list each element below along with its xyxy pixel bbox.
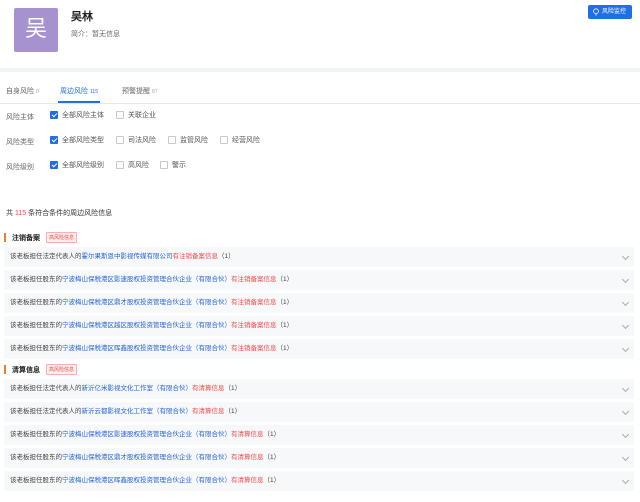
- entity-link[interactable]: 宁波梅山保税港区晖鑫股权投资管理合伙企业（有限合伙）: [62, 345, 231, 352]
- risk-row[interactable]: 该老板担任法定代表人的新沂亿米影视文化工作室（有限合伙）有清算信息（1）: [4, 379, 634, 399]
- filter-subject: 风险主体 全部风险主体 关联企业: [0, 104, 640, 129]
- chevron-down-icon[interactable]: [621, 275, 630, 284]
- tab-warning-alerts[interactable]: 预警提醒 87: [122, 86, 158, 96]
- company-intro: 简介：暂无信息: [71, 31, 120, 38]
- entity-link[interactable]: 新沂亿米影视文化工作室（有限合伙）: [82, 385, 193, 392]
- filter-level-label: 风险级别: [6, 164, 34, 171]
- checkbox-icon: [50, 161, 58, 169]
- company-header: 吴 吴林 简介：暂无信息 风险监控: [0, 0, 640, 68]
- chevron-down-icon[interactable]: [621, 298, 630, 307]
- high-risk-tag: 高风险信息: [46, 364, 78, 375]
- risk-tabs: 自身风险 0 周边风险 115 预警提醒 87: [0, 82, 640, 104]
- checkbox-related-companies[interactable]: 关联企业: [116, 110, 156, 120]
- checkbox-operational-risk[interactable]: 经营风险: [220, 135, 260, 145]
- result-summary: 共 115 条符合条件的周边风险信息: [6, 210, 113, 217]
- risk-row[interactable]: 该老板担任股东的宁波梅山保税港区影速股权投资管理合伙企业（有限合伙）有清算信息（…: [4, 425, 634, 445]
- checkbox-icon: [116, 136, 124, 144]
- filter-level: 风险级别 全部风险级别 高风险 警示: [0, 154, 640, 179]
- tab-self-risk[interactable]: 自身风险 0: [6, 86, 39, 96]
- chevron-down-icon[interactable]: [621, 407, 630, 416]
- entity-link[interactable]: 宁波梅山保税港区鼎才股权投资管理合伙企业（有限合伙）: [62, 299, 231, 306]
- filter-subject-label: 风险主体: [6, 114, 34, 121]
- checkbox-all-subjects[interactable]: 全部风险主体: [50, 110, 104, 120]
- risk-row[interactable]: 该老板担任法定代表人的新沂云都影视文化工作室（有限合伙）有清算信息（1）: [4, 402, 634, 422]
- risk-row[interactable]: 该老板担任股东的宁波梅山保税港区晖鑫股权投资管理合伙企业（有限合伙）有清算信息（…: [4, 471, 634, 491]
- checkbox-icon: [220, 136, 228, 144]
- checkbox-icon: [168, 136, 176, 144]
- checkbox-icon: [116, 111, 124, 119]
- checkbox-all-types[interactable]: 全部风险类型: [50, 135, 104, 145]
- chevron-down-icon[interactable]: [621, 453, 630, 462]
- risk-row[interactable]: 该老板担任股东的宁波梅山保税港区影速股权投资管理合伙企业（有限合伙）有注销备案信…: [4, 270, 634, 290]
- section-accent-bar: [4, 365, 6, 374]
- checkbox-icon: [116, 161, 124, 169]
- checkbox-regulatory-risk[interactable]: 监管风险: [168, 135, 208, 145]
- entity-link[interactable]: 新沂云都影视文化工作室（有限合伙）: [82, 408, 193, 415]
- chevron-down-icon[interactable]: [621, 430, 630, 439]
- chevron-down-icon[interactable]: [621, 321, 630, 330]
- filter-type-label: 风险类型: [6, 139, 34, 146]
- entity-link[interactable]: 宁波梅山保税港区影速股权投资管理合伙企业（有限合伙）: [62, 431, 231, 438]
- high-risk-tag: 高风险信息: [46, 232, 78, 243]
- entity-link[interactable]: 宁波梅山保税港区晖鑫股权投资管理合伙企业（有限合伙）: [62, 477, 231, 484]
- chevron-down-icon[interactable]: [621, 384, 630, 393]
- chevron-down-icon[interactable]: [621, 344, 630, 353]
- risk-monitor-button[interactable]: 风险监控: [587, 5, 632, 19]
- section-accent-bar: [4, 233, 6, 242]
- checkbox-warning[interactable]: 警示: [160, 160, 186, 170]
- chevron-down-icon[interactable]: [621, 252, 630, 261]
- checkbox-judicial-risk[interactable]: 司法风险: [116, 135, 156, 145]
- entity-link[interactable]: 宁波梅山保税港区鼎才股权投资管理合伙企业（有限合伙）: [62, 454, 231, 461]
- risk-monitor-label: 风险监控: [601, 9, 626, 15]
- company-name: 吴林: [71, 11, 93, 23]
- checkbox-high-risk[interactable]: 高风险: [116, 160, 149, 170]
- checkbox-all-levels[interactable]: 全部风险级别: [50, 160, 104, 170]
- section-divider: [0, 68, 640, 72]
- checkbox-icon: [50, 136, 58, 144]
- risk-row[interactable]: 该老板担任股东的宁波梅山保税港区鼎才股权投资管理合伙企业（有限合伙）有注销备案信…: [4, 293, 634, 313]
- section-title-cancellation: 注销备案 高风险信息: [4, 232, 78, 243]
- location-pin-icon: [593, 8, 599, 16]
- section-title-liquidation: 清算信息 高风险信息: [4, 364, 78, 375]
- checkbox-icon: [160, 161, 168, 169]
- risk-row[interactable]: 该老板担任股东的宁波梅山保税港区鼎才股权投资管理合伙企业（有限合伙）有清算信息（…: [4, 448, 634, 468]
- tab-surrounding-risk[interactable]: 周边风险 115: [58, 86, 100, 103]
- entity-link[interactable]: 霍尔果斯恩中影视传媒有限公司: [82, 253, 173, 260]
- risk-row[interactable]: 该老板担任股东的宁波梅山保税港区越区股权投资管理合伙企业（有限合伙）有注销备案信…: [4, 316, 634, 336]
- entity-link[interactable]: 宁波梅山保税港区越区股权投资管理合伙企业（有限合伙）: [62, 322, 231, 329]
- risk-row[interactable]: 该老板担任法定代表人的霍尔果斯恩中影视传媒有限公司有注销备案信息（1）: [4, 247, 634, 267]
- chevron-down-icon[interactable]: [621, 476, 630, 485]
- checkbox-icon: [50, 111, 58, 119]
- risk-row[interactable]: 该老板担任股东的宁波梅山保税港区晖鑫股权投资管理合伙企业（有限合伙）有注销备案信…: [4, 339, 634, 359]
- entity-link[interactable]: 宁波梅山保税港区影速股权投资管理合伙企业（有限合伙）: [62, 276, 231, 283]
- filter-type: 风险类型 全部风险类型 司法风险 监管风险 经营风险: [0, 129, 640, 154]
- company-avatar: 吴: [14, 8, 58, 52]
